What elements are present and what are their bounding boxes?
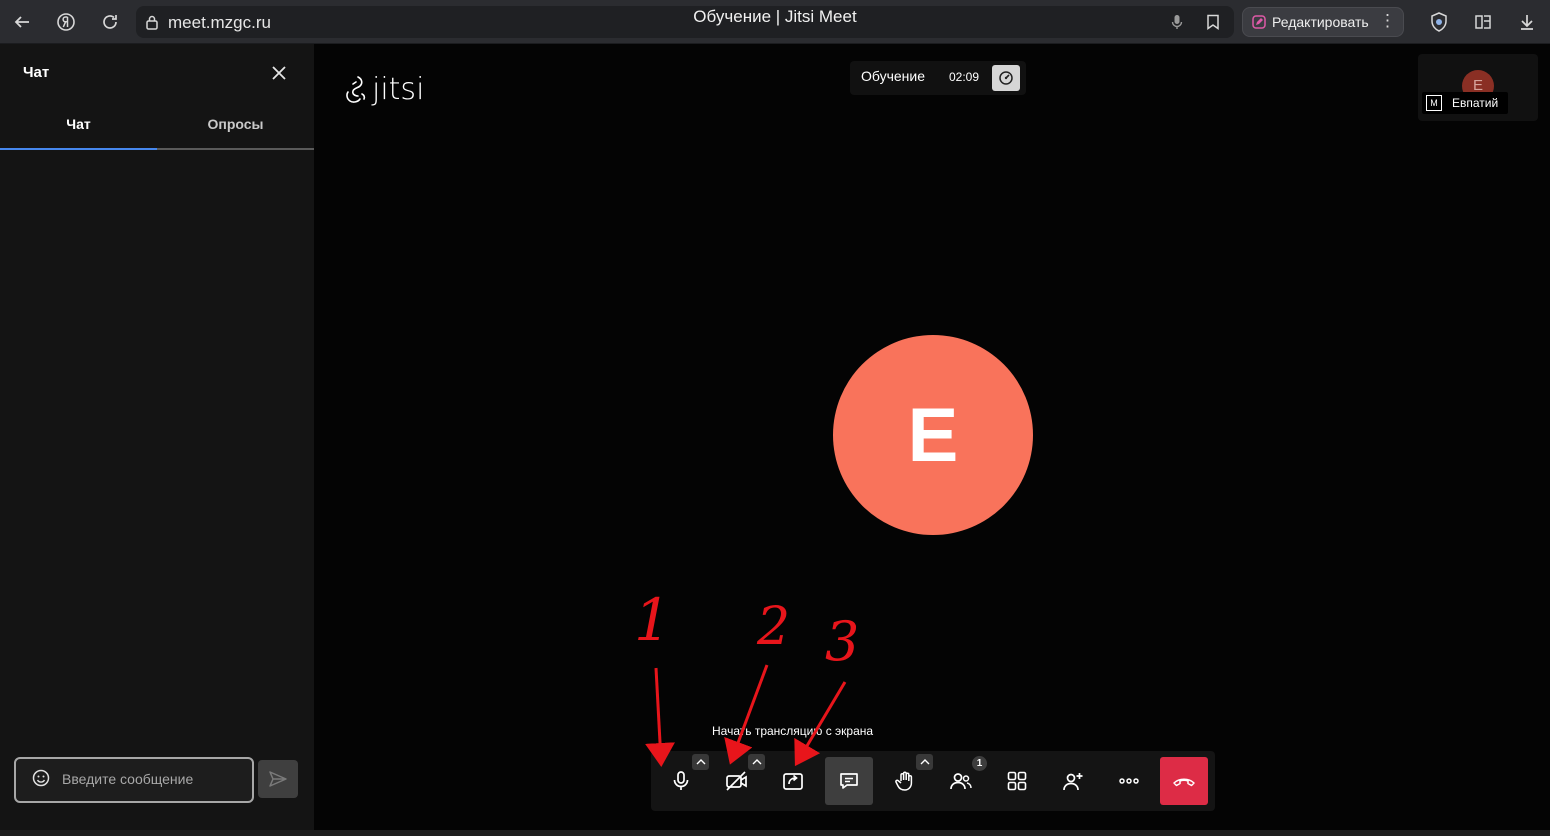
tab-polls[interactable]: Опросы <box>157 116 314 150</box>
chevron-up-icon <box>696 759 705 765</box>
send-button[interactable] <box>258 760 298 798</box>
raise-hand-icon <box>895 771 913 791</box>
chevron-up-icon <box>752 759 761 765</box>
edit-icon <box>1252 15 1266 29</box>
hangup-button[interactable] <box>1160 757 1208 805</box>
shield-icon <box>1431 12 1447 32</box>
microphone-icon <box>673 771 689 790</box>
jitsi-logo-icon <box>346 75 366 103</box>
collections-button[interactable] <box>1469 8 1497 36</box>
reactions-toggle[interactable] <box>916 754 933 770</box>
downloads-button[interactable] <box>1513 8 1541 36</box>
annotation-label-2: 2 <box>756 597 790 657</box>
meeting-toolbar: 1 <box>651 751 1215 811</box>
conference-stage: jitsi Обучение 02:09 Е M Евпатий Е Начат… <box>314 44 1550 830</box>
large-avatar: Е <box>833 335 1033 535</box>
hangup-icon <box>1173 778 1195 787</box>
jitsi-logo: jitsi <box>344 72 424 107</box>
annotation-label-3: 3 <box>825 610 859 673</box>
participant-name: Евпатий <box>1452 96 1499 110</box>
video-settings-toggle[interactable] <box>748 754 765 770</box>
os-taskbar <box>0 830 1550 836</box>
tab-chat[interactable]: Чат <box>0 116 157 150</box>
camera-off-icon <box>726 771 747 791</box>
more-icon <box>1119 778 1139 784</box>
close-chat-button[interactable] <box>268 62 290 84</box>
invite-icon <box>1063 773 1083 791</box>
more-actions-button[interactable] <box>1105 757 1153 805</box>
audio-settings-toggle[interactable] <box>692 754 709 770</box>
gauge-icon <box>999 71 1013 85</box>
message-box <box>14 757 254 803</box>
participant-count-badge: 1 <box>972 756 987 771</box>
close-icon <box>272 66 286 80</box>
meeting-info: Обучение 02:09 <box>850 61 1026 95</box>
chat-title: Чат <box>23 64 50 81</box>
meeting-name: Обучение <box>861 68 926 84</box>
edit-button[interactable]: Редактировать ⋮ <box>1242 7 1404 37</box>
moderator-icon: M <box>1426 95 1442 111</box>
chat-button[interactable] <box>825 757 873 805</box>
tile-view-button[interactable] <box>993 757 1041 805</box>
collections-icon <box>1475 15 1491 29</box>
connection-stats-button[interactable] <box>992 65 1020 91</box>
chevron-up-icon <box>920 759 929 765</box>
participants-icon <box>950 773 972 790</box>
tile-view-icon <box>1007 771 1027 791</box>
participant-tile[interactable]: Е M Евпатий <box>1418 54 1538 121</box>
screen-share-icon <box>783 773 803 790</box>
screen-share-tooltip: Начать трансляцию с экрана <box>712 724 874 738</box>
tile-name-label: M Евпатий <box>1422 92 1509 114</box>
jitsi-logo-text: jitsi <box>372 72 425 107</box>
send-icon <box>269 771 287 787</box>
more-vertical-icon[interactable]: ⋮ <box>1379 11 1396 31</box>
chat-panel: Чат Чат Опросы <box>0 44 314 830</box>
invite-button[interactable] <box>1049 757 1097 805</box>
download-icon <box>1521 15 1533 30</box>
chat-icon <box>840 773 858 789</box>
annotation-label-1: 1 <box>634 586 671 654</box>
browser-toolbar: meet.mzgc.ru Обучение | Jitsi Meet Редак… <box>0 0 1550 44</box>
emoji-icon[interactable] <box>32 769 50 787</box>
screen-share-button[interactable] <box>769 757 817 805</box>
annotation-arrow-2 <box>724 664 769 765</box>
meeting-timer: 02:09 <box>949 70 980 84</box>
annotation-arrow-1 <box>645 667 676 767</box>
message-input[interactable] <box>60 763 244 795</box>
edit-label: Редактировать <box>1272 14 1369 30</box>
annotation-arrow-3 <box>794 681 847 767</box>
protect-button[interactable] <box>1425 8 1453 36</box>
